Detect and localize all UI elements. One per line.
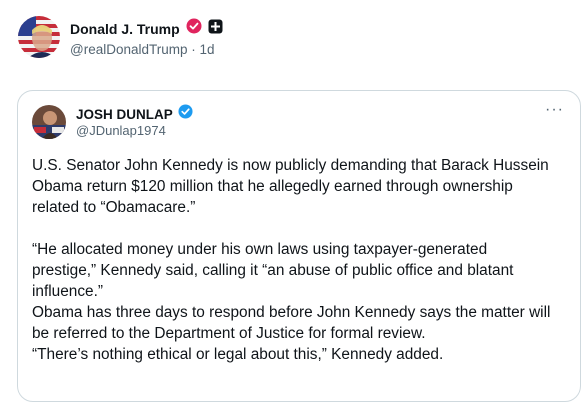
verified-badge-icon — [186, 18, 202, 39]
separator-dot: · — [191, 42, 196, 57]
quoted-handle[interactable]: @JDunlap1974 — [76, 123, 166, 138]
quoted-avatar[interactable] — [32, 105, 66, 139]
affiliation-badge-icon[interactable] — [208, 19, 223, 39]
outer-handle[interactable]: @realDonaldTrump — [70, 42, 188, 57]
outer-avatar[interactable] — [18, 16, 60, 58]
paragraph: “He allocated money under his own laws u… — [32, 241, 514, 300]
paragraph: U.S. Senator John Kennedy is now publicl… — [32, 157, 549, 216]
quoted-display-name[interactable]: JOSH DUNLAP — [76, 107, 173, 122]
verified-badge-icon — [178, 104, 193, 124]
paragraph: Obama has three days to respond before J… — [32, 304, 551, 342]
person-portrait-icon — [32, 105, 66, 139]
more-options-icon[interactable]: ··· — [545, 101, 564, 119]
outer-display-name[interactable]: Donald J. Trump — [70, 21, 180, 37]
us-flag-portrait-icon — [18, 16, 60, 58]
paragraph: “There’s nothing ethical or legal about … — [32, 346, 444, 363]
outer-handle-line: @realDonaldTrump · 1d — [70, 42, 215, 57]
quoted-post-card[interactable]: JOSH DUNLAP @JDunlap1974 ··· U.S. Senato… — [17, 90, 581, 402]
post-time[interactable]: 1d — [200, 42, 215, 57]
outer-post-header: Donald J. Trump @realDonaldTrump · 1d — [18, 14, 568, 64]
quoted-post-body: U.S. Senator John Kennedy is now publicl… — [32, 155, 552, 365]
